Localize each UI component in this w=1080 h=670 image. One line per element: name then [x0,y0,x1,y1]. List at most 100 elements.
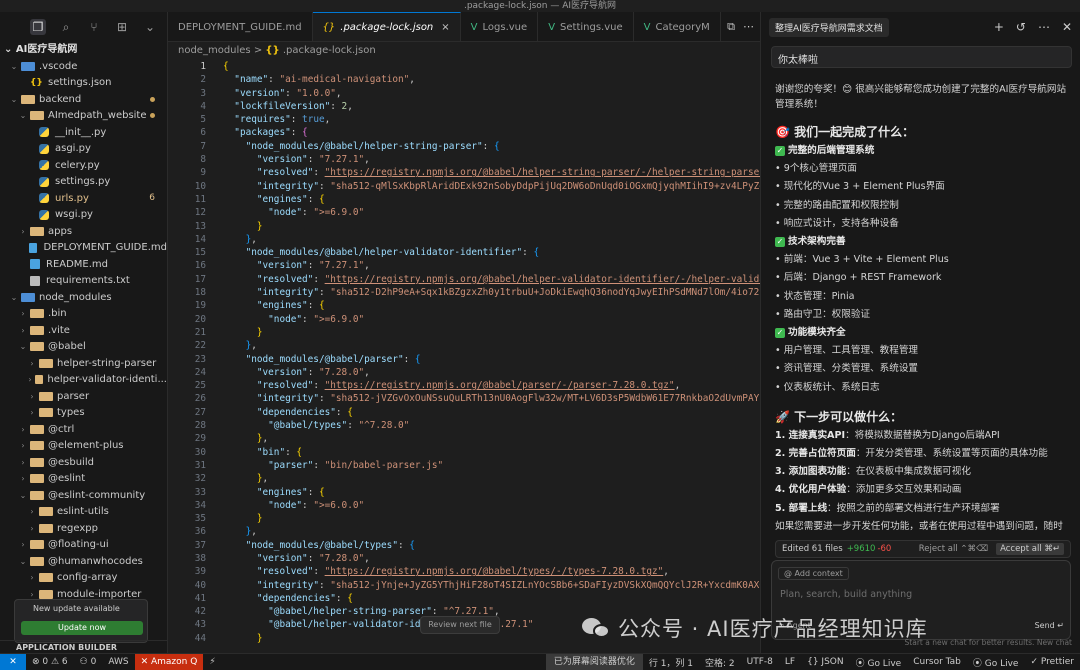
project-title[interactable]: ⌄ AI医疗导航网 [0,42,167,58]
plug-icon[interactable]: ⚡ [203,657,221,667]
tree-item[interactable]: › helper-validator-identi... [0,372,167,389]
line-number: 14 [194,233,206,245]
tree-item[interactable]: › apps [0,223,167,240]
screen-reader-status[interactable]: 已为屏幕阅读器优化 [545,653,643,670]
section-list: 前端：Vue 3 + Vite + Element Plus后端：Django … [775,251,1070,324]
add-context-button[interactable]: @ Add context [778,567,849,580]
next-step-title: 4. 优化用户体验 [775,484,847,496]
line-number: 1 [200,61,206,72]
tree-item-label: AImedpath_website [48,110,147,122]
tree-item[interactable]: celery.py [0,157,167,174]
close-icon[interactable]: × [441,22,449,33]
tree-item[interactable]: DEPLOYMENT_GUIDE.md [0,240,167,257]
search-icon[interactable]: ⌕ [58,19,74,35]
tree-item[interactable]: __init__.py [0,124,167,141]
tree-item[interactable]: ⌄ AImedpath_website [0,108,167,125]
reject-all-button[interactable]: Reject all ⌃⌘⌫ [919,544,988,554]
tree-item[interactable]: › .bin [0,306,167,323]
tree-item[interactable]: ⌄ @humanwhocodes [0,553,167,570]
tree-item[interactable]: › @eslint [0,471,167,488]
editor-tab[interactable]: V Logs.vue [461,12,539,41]
chat-input[interactable]: Plan, search, build anything [780,589,912,600]
amazon-q-indicator[interactable]: ✕ Amazon Q [134,653,204,670]
tree-item[interactable]: ⌄ @babel [0,339,167,356]
line-source: "resolved": "https://registry.npmjs.org/… [206,273,760,286]
indentation[interactable]: 空格: 2 [699,656,741,669]
chevron-down-icon[interactable]: ⌄ [142,19,158,35]
source-control-icon[interactable]: ⑂ [86,19,102,35]
split-editor-icon[interactable]: ⧉ [727,20,735,34]
file-tree: ⌄ .vscode {} settings.json ⌄ backend ⌄ AImedpat… [0,58,167,603]
remote-indicator[interactable]: ✕ [0,653,26,670]
encoding[interactable]: UTF-8 [741,657,779,667]
tree-item[interactable]: urls.py 6 [0,190,167,207]
code-view[interactable]: 1{2 "name": "ai-medical-navigation", 3 "v… [168,60,760,653]
tree-item[interactable]: › types [0,405,167,422]
go-live-button-2[interactable]: ⦿ Go Live [967,656,1025,669]
tree-item[interactable]: settings.py [0,174,167,191]
line-number: 42 [194,606,206,618]
tree-item[interactable]: requirements.txt [0,273,167,290]
line-number: 38 [194,552,206,564]
editor-tab[interactable]: DEPLOYMENT_GUIDE.md [168,12,313,41]
update-now-button[interactable]: Update now [21,621,143,635]
code-token: : [347,420,359,432]
more-icon[interactable]: ⋯ [743,20,754,33]
editor-tab[interactable]: V CategoryM [634,12,721,41]
files-icon[interactable]: ❐ [30,19,46,35]
code-token: true [302,114,325,126]
aws-indicator[interactable]: AWS [102,657,134,667]
tree-item[interactable]: asgi.py [0,141,167,158]
breadcrumb-file[interactable]: .package-lock.json [283,45,376,56]
go-live-button[interactable]: ⦿ Go Live [850,656,908,669]
user-message[interactable]: 你太棒啦 [771,46,1072,68]
code-line: 38 "version": "7.28.0", [168,552,760,565]
tree-item[interactable]: README.md [0,256,167,273]
edited-files-label[interactable]: Edited 61 files [782,544,843,554]
more-icon[interactable]: ⋯ [1038,20,1050,34]
line-source: }, [206,472,268,485]
history-icon[interactable]: ↺ [1016,20,1026,34]
extensions-icon[interactable]: ⊞ [114,19,130,35]
tree-item[interactable]: ⌄ @eslint-community [0,487,167,504]
tree-item[interactable]: ⌄ node_modules [0,289,167,306]
tree-item[interactable]: › @esbuild [0,454,167,471]
chat-tab[interactable]: 整理AI医疗导航网需求文档 [769,17,889,37]
editor-tab[interactable]: V Settings.vue [538,12,634,41]
tree-item[interactable]: › @floating-ui [0,537,167,554]
tree-item[interactable]: wsgi.py [0,207,167,224]
tree-item[interactable]: › @element-plus [0,438,167,455]
language-mode[interactable]: {} JSON [801,657,850,667]
code-token: "node_modules/@babel/parser" [245,353,404,365]
cursor-position[interactable]: 行 1，列 1 [643,656,699,669]
send-button[interactable]: Send ↵ [1035,621,1064,630]
tree-item[interactable]: {} settings.json [0,75,167,92]
tree-item[interactable]: ⌄ backend [0,91,167,108]
new-chat-icon[interactable]: + [994,20,1004,34]
accept-all-button[interactable]: Accept all ⌘↵ [996,543,1064,555]
folder-icon [39,358,53,368]
problems-indicator[interactable]: ⊗ 0 ⚠ 6 [26,657,74,667]
cursor-tab-status[interactable]: Cursor Tab [907,657,967,667]
tree-item[interactable]: › eslint-utils [0,504,167,521]
tree-item[interactable]: › regexpp [0,520,167,537]
line-ending[interactable]: LF [779,657,801,667]
breadcrumb-folder[interactable]: node_modules [178,45,251,56]
tree-item[interactable]: › parser [0,388,167,405]
close-icon[interactable]: ✕ [1062,20,1072,34]
review-next-file-button[interactable]: Review next file [420,616,500,634]
tree-item[interactable]: › helper-string-parser [0,355,167,372]
tree-item[interactable]: › .vite [0,322,167,339]
prettier-status[interactable]: ✓ Prettier [1024,657,1080,667]
editor-tab[interactable]: {} .package-lock.json × [312,12,461,41]
new-chat-hint[interactable]: Start a new chat for better results. New… [905,638,1072,647]
ports-indicator[interactable]: ⚇ 0 [74,657,103,667]
line-source: "integrity": "sha512-jVZGvOxOuNSsuQuLRTh… [206,392,760,405]
tree-item[interactable]: ⌄ .vscode [0,58,167,75]
application-builder-section[interactable]: APPLICATION BUILDER [0,640,167,653]
folder-icon [30,325,44,335]
tree-item[interactable]: › config-array [0,570,167,587]
tree-item[interactable]: › @ctrl [0,421,167,438]
